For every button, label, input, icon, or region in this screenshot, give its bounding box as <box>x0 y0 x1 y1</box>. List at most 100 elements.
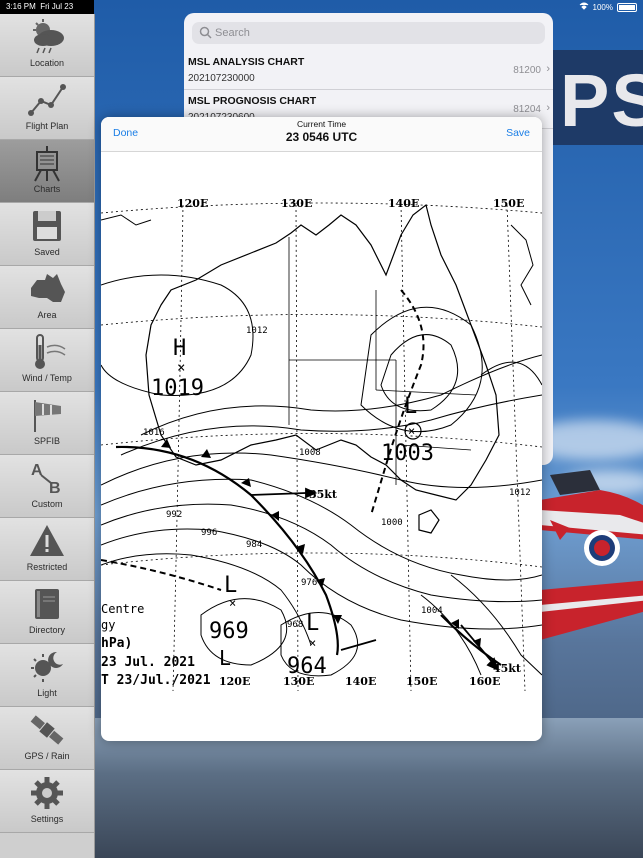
satellite-icon <box>30 715 64 745</box>
svg-text:A: A <box>31 462 43 479</box>
sun-moon-icon <box>31 651 63 682</box>
thermometer-icon <box>35 334 66 369</box>
chart-legend: Centre gy hPa) 23 Jul. 2021 T 23/Jul./20… <box>101 602 211 688</box>
weather-cloud-icon <box>33 19 64 54</box>
longitude-label-bottom: 140E <box>345 675 376 688</box>
center-cross-icon: × <box>309 636 316 650</box>
battery-icon <box>617 2 637 12</box>
sidebar-item-settings[interactable]: Settings <box>0 770 94 833</box>
gear-icon <box>31 777 63 809</box>
sidebar-item-label: Wind / Temp <box>22 373 72 383</box>
sidebar-item-label: Directory <box>28 625 65 635</box>
list-item-title: MSL ANALYSIS CHART <box>188 56 305 68</box>
isobar-label: 1016 <box>143 428 165 438</box>
isobar-label: 992 <box>166 510 182 520</box>
wifi-icon <box>579 2 589 12</box>
sidebar-item-spfib[interactable]: SPFIB <box>0 392 94 455</box>
sidebar-item-area[interactable]: Area <box>0 266 94 329</box>
list-item-code: 81204 <box>513 104 541 115</box>
pressure-center-value: 964 <box>287 654 327 679</box>
longitude-label: 140E <box>388 197 419 210</box>
modal-header: Done Current Time 23 0546 UTC Save <box>101 117 542 152</box>
brand-logo: PS <box>560 59 643 142</box>
cold-front-barbs <box>161 439 342 624</box>
trough-line-south <box>101 559 222 591</box>
legend-line: T 23/Jul./2021 <box>101 673 211 688</box>
sidebar-item-label: Saved <box>34 247 60 257</box>
isobar-label: 1000 <box>381 518 403 528</box>
pressure-center-type: L <box>219 646 231 670</box>
sidebar-item-label: Light <box>37 688 57 698</box>
save-button[interactable]: Save <box>506 127 530 139</box>
pressure-center-type: L <box>404 394 417 419</box>
pressure-center-value: 1003 <box>381 441 434 466</box>
book-icon <box>35 589 59 619</box>
sidebar-item-restricted[interactable]: Restricted <box>0 518 94 581</box>
legend-line: gy <box>101 618 115 632</box>
longitude-label-bottom: 160E <box>469 675 500 688</box>
sidebar-item-label: Flight Plan <box>25 121 69 131</box>
status-time: 3:16 PM <box>6 2 36 11</box>
search-placeholder: Search <box>215 27 250 39</box>
chart-viewer-modal: Done Current Time 23 0546 UTC Save 120E … <box>101 117 542 741</box>
legend-line: 23 Jul. 2021 <box>101 655 195 670</box>
wind-speed-label: 45kt <box>493 662 522 675</box>
a-to-b-icon: A B <box>31 462 61 497</box>
list-item-title: MSL PROGNOSIS CHART <box>188 95 317 107</box>
coastline-png <box>510 224 534 306</box>
chart-canvas: 120E 130E 140E 150E 120E 130E 140E 150E … <box>101 197 542 691</box>
chevron-right-icon: › <box>546 63 550 75</box>
status-date: Fri Jul 23 <box>40 2 74 11</box>
pressure-center-type: L <box>224 573 237 598</box>
longitude-label: 130E <box>281 197 312 210</box>
current-time-value: 23 0546 UTC <box>285 130 358 144</box>
pressure-center-type: L <box>306 611 319 636</box>
isobar-label: 1012 <box>246 326 268 336</box>
battery-percent: 100% <box>592 2 613 12</box>
coastline-tasmania <box>418 509 440 534</box>
current-time-caption: Current Time <box>296 119 347 129</box>
sidebar-item-light[interactable]: Light <box>0 644 94 707</box>
coastline-australia <box>145 203 500 501</box>
sidebar: Location Flight Plan Charts Saved Area W… <box>0 14 95 858</box>
floppy-disk-icon <box>33 211 61 241</box>
wind-arrows <box>250 487 499 671</box>
sidebar-item-label: Settings <box>30 814 64 824</box>
sidebar-item-gps-rain[interactable]: GPS / Rain <box>0 707 94 770</box>
warning-triangle-icon <box>30 525 64 556</box>
wind-speed-label: 35kt <box>309 488 338 501</box>
chevron-right-icon: › <box>546 102 550 114</box>
isobar-label: 1012 <box>509 488 531 498</box>
legend-line: hPa) <box>101 636 132 651</box>
cold-front-east <box>440 614 502 666</box>
isobar-label: 1008 <box>299 448 321 458</box>
synoptic-chart[interactable]: 120E 130E 140E 150E 120E 130E 140E 150E … <box>101 195 542 691</box>
center-cross-icon: × <box>177 360 185 376</box>
sidebar-item-location[interactable]: Location <box>0 14 94 77</box>
search-input[interactable]: Search <box>192 22 545 44</box>
isobar-label: 976 <box>301 578 317 588</box>
sidebar-item-charts[interactable]: Charts <box>0 140 94 203</box>
sidebar-item-saved[interactable]: Saved <box>0 203 94 266</box>
list-item-subtitle: 202107230000 <box>188 73 255 84</box>
sidebar-item-wind-temp[interactable]: Wind / Temp <box>0 329 94 392</box>
isobar-label: 984 <box>246 540 262 550</box>
list-item[interactable]: MSL ANALYSIS CHART 202107230000 81200 › <box>184 51 553 90</box>
pressure-center-value: 1019 <box>151 376 204 401</box>
australia-map-icon <box>31 274 65 302</box>
legend-line: Centre <box>101 602 144 616</box>
sidebar-item-directory[interactable]: Directory <box>0 581 94 644</box>
status-bar: 3:16 PM Fri Jul 23 100% <box>0 0 643 14</box>
sidebar-item-label: SPFIB <box>33 436 60 446</box>
pressure-center-type: H <box>173 336 186 361</box>
sidebar-item-flight-plan[interactable]: Flight Plan <box>0 77 94 140</box>
sidebar-item-custom[interactable]: A B Custom <box>0 455 94 518</box>
isobar-label: 968 <box>287 620 303 630</box>
search-icon <box>199 26 212 39</box>
route-graph-icon <box>28 84 66 116</box>
longitude-label: 150E <box>493 197 524 210</box>
isobar-label: 996 <box>201 528 217 538</box>
longitude-label: 120E <box>177 197 208 210</box>
sidebar-item-label: Restricted <box>26 562 68 572</box>
coastline-indonesia <box>101 214 152 226</box>
